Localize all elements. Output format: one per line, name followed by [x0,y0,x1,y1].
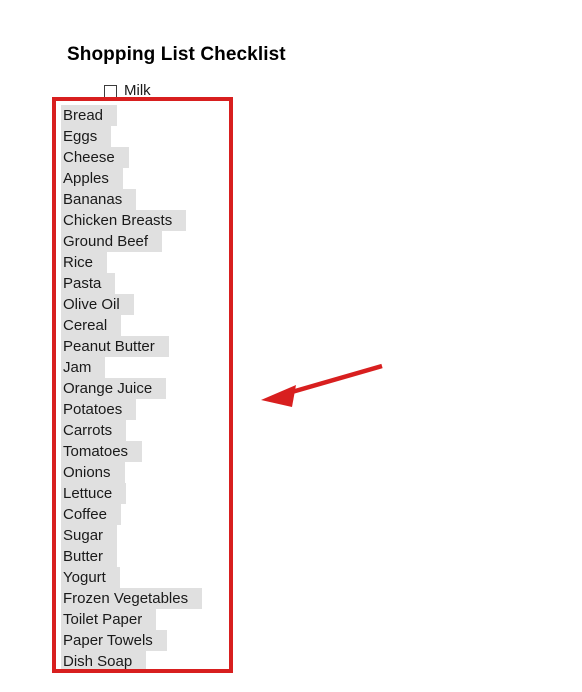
list-item-label: Tomatoes [61,441,143,462]
list-item[interactable]: Bread [61,105,261,126]
list-item-label: Bread [61,105,118,126]
list-item[interactable]: Pasta [61,273,261,294]
list-item[interactable]: Ground Beef [61,231,261,252]
list-item[interactable]: Tomatoes [61,441,261,462]
list-item-label: Yogurt [61,567,120,588]
list-item[interactable]: Butter [61,546,261,567]
list-item-label: Eggs [61,126,112,147]
list-item-label: Paper Towels [61,630,167,651]
list-item-label: Ground Beef [61,231,163,252]
page-title: Shopping List Checklist [67,44,286,65]
list-item-label: Coffee [61,504,121,525]
list-item[interactable]: Coffee [61,504,261,525]
list-item[interactable]: Lettuce [61,483,261,504]
list-item[interactable]: Cereal [61,315,261,336]
checkbox-unchecked-icon[interactable] [104,84,117,98]
list-item[interactable]: Carrots [61,420,261,441]
list-item-label: Frozen Vegetables [61,588,203,609]
list-item-label: Sugar [61,525,118,546]
list-item-label: Toilet Paper [61,609,157,630]
list-item[interactable]: Paper Towels [61,630,261,651]
list-item[interactable]: Cheese [61,147,261,168]
list-item[interactable]: Orange Juice [61,378,261,399]
list-item[interactable]: Peanut Butter [61,336,261,357]
list-item-label: Peanut Butter [61,336,169,357]
list-item[interactable]: Toilet Paper [61,609,261,630]
list-item[interactable]: Frozen Vegetables [61,588,261,609]
list-item-label: Butter [61,546,118,567]
list-item[interactable]: Dish Soap [61,651,261,672]
list-item-label: Cheese [61,147,129,168]
list-item[interactable]: Sugar [61,525,261,546]
list-item-label: Pasta [61,273,116,294]
list-item-label: Chicken Breasts [61,210,187,231]
list-item-label: Orange Juice [61,378,167,399]
list-item-label: Rice [61,252,108,273]
list-item-label: Jam [61,357,106,378]
list-item-label: Apples [61,168,123,189]
list-item[interactable]: Jam [61,357,261,378]
list-item[interactable]: Apples [61,168,261,189]
list-item[interactable]: Bananas [61,189,261,210]
list-item[interactable]: Potatoes [61,399,261,420]
list-item[interactable]: Chicken Breasts [61,210,261,231]
list-item[interactable]: Eggs [61,126,261,147]
checklist-item-milk[interactable]: Milk [104,83,151,99]
shopping-item-list: Bread Eggs Cheese Apples Bananas Chicken Brea… [61,105,261,672]
list-item-label: Olive Oil [61,294,134,315]
arrow-left-icon [261,363,383,407]
list-item-label: Dish Soap [61,651,147,672]
list-item-label: Cereal [61,315,122,336]
list-item-label: Onions [61,462,125,483]
list-item[interactable]: Onions [61,462,261,483]
list-item-label: Bananas [61,189,137,210]
list-item-label: Potatoes [61,399,137,420]
checklist-item-label: Milk [124,82,151,99]
list-item-label: Carrots [61,420,127,441]
list-item[interactable]: Olive Oil [61,294,261,315]
list-item-label: Lettuce [61,483,127,504]
list-item[interactable]: Rice [61,252,261,273]
list-item[interactable]: Yogurt [61,567,261,588]
